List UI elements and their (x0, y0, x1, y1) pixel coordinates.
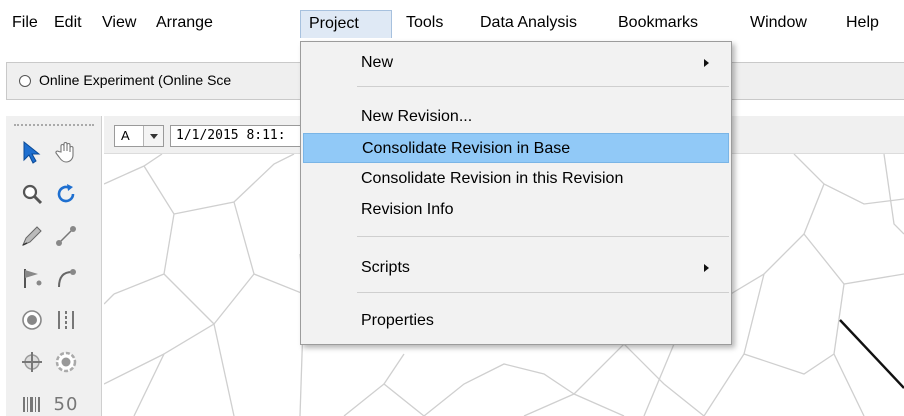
highlighted-link[interactable] (839, 319, 904, 389)
target-radio-icon[interactable] (16, 304, 48, 336)
select-arrow-icon[interactable] (16, 136, 48, 168)
curve-link-icon[interactable] (50, 262, 82, 294)
menu-view[interactable]: View (94, 10, 144, 38)
menu-data-analysis[interactable]: Data Analysis (472, 10, 585, 38)
submenu-arrow-icon (704, 59, 709, 67)
project-menu-dropdown: New New Revision... Consolidate Revision… (300, 41, 732, 345)
menu-separator (357, 86, 729, 87)
menu-help[interactable]: Help (838, 10, 887, 38)
barcode-icon[interactable] (16, 388, 48, 416)
menu-item-revision-info[interactable]: Revision Info (303, 195, 729, 225)
menu-item-properties[interactable]: Properties (303, 306, 729, 336)
menu-item-new-label: New (361, 54, 394, 71)
menu-tools[interactable]: Tools (398, 10, 451, 38)
menu-bookmarks[interactable]: Bookmarks (610, 10, 706, 38)
submenu-arrow-icon (704, 264, 709, 272)
ring-target-icon[interactable] (50, 346, 82, 378)
menu-edit[interactable]: Edit (46, 10, 90, 38)
zoom-magnifier-icon[interactable] (16, 178, 48, 210)
draw-pen-icon[interactable] (16, 220, 48, 252)
node-link-icon[interactable] (50, 220, 82, 252)
menu-item-scripts-label: Scripts (361, 259, 410, 276)
layer-select-dropdown-button[interactable] (143, 126, 163, 146)
layer-select[interactable]: A (114, 125, 164, 147)
menu-item-new-revision[interactable]: New Revision... (303, 102, 729, 132)
chevron-down-icon (150, 134, 158, 139)
menu-separator (357, 292, 729, 293)
dashed-bars-icon[interactable] (50, 304, 82, 336)
rotate-icon[interactable] (50, 178, 82, 210)
point-flag-icon[interactable] (16, 262, 48, 294)
menu-project[interactable]: Project (300, 10, 392, 38)
speed-limit-icon[interactable]: 50 (50, 388, 82, 416)
pan-hand-icon[interactable] (50, 136, 82, 168)
menu-arrange[interactable]: Arrange (148, 10, 221, 38)
palette-grip-handle[interactable] (14, 124, 94, 127)
tab-radio-icon[interactable] (19, 75, 31, 87)
menu-item-new[interactable]: New (303, 48, 729, 78)
crosshair-icon[interactable] (16, 346, 48, 378)
menu-separator (357, 236, 729, 237)
simulation-time-field[interactable]: 1/1/2015 8:11: (170, 125, 310, 147)
menu-item-consolidate-revision-in-base[interactable]: Consolidate Revision in Base (303, 133, 729, 163)
menu-window[interactable]: Window (742, 10, 815, 38)
menu-item-scripts[interactable]: Scripts (303, 253, 729, 283)
layer-select-value: A (121, 128, 130, 143)
speed-limit-text: 50 (53, 393, 79, 415)
menu-item-consolidate-revision-in-this-revision[interactable]: Consolidate Revision in this Revision (303, 164, 729, 194)
menu-file[interactable]: File (4, 10, 46, 38)
tool-palette: 50 (6, 116, 102, 416)
menu-bar: File Edit View Arrange Project Tools Dat… (0, 0, 904, 44)
tab-online-experiment[interactable]: Online Experiment (Online Sce (39, 72, 231, 88)
